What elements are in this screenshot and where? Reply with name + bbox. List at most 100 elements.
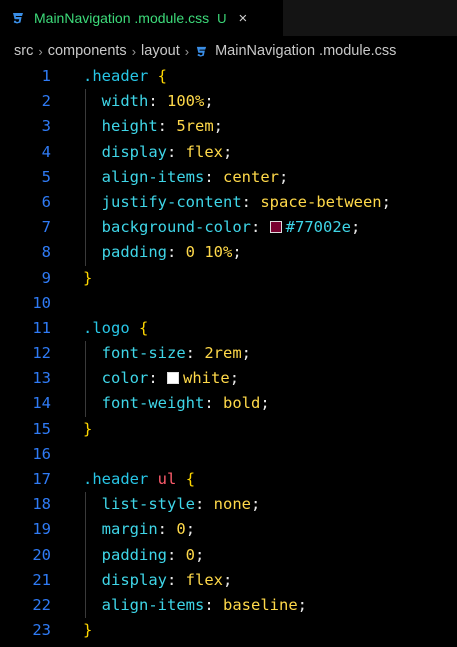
code-line[interactable]: 12 font-size: 2rem; <box>0 341 457 367</box>
css-color-value: #77002e <box>285 218 351 237</box>
css-value: baseline <box>223 595 298 614</box>
css-value: 0 <box>185 545 196 564</box>
tab-main-navigation-css[interactable]: MainNavigation .module.css U × <box>0 0 283 36</box>
css-property: display <box>101 142 167 161</box>
punctuation: ; <box>204 92 214 111</box>
punctuation: : <box>204 394 223 413</box>
line-content: .header { <box>83 64 167 89</box>
css-tag-selector: ul <box>157 470 177 488</box>
code-area[interactable]: 1 .header {2 width: 100%; 3 height: 5rem; 4… <box>0 64 457 643</box>
line-content: .header ul { <box>83 467 195 492</box>
line-number: 15 <box>32 419 51 438</box>
line-content: width: 100%; <box>83 89 214 114</box>
line-number: 23 <box>32 621 51 640</box>
code-line[interactable]: 2 width: 100%; <box>0 89 457 115</box>
punctuation <box>148 470 157 488</box>
line-content: height: 5rem; <box>83 114 223 139</box>
code-line[interactable]: 10 <box>0 291 457 316</box>
line-number: 6 <box>41 192 51 211</box>
punctuation: : <box>157 520 177 539</box>
breadcrumb-item-components[interactable]: components <box>48 43 127 59</box>
code-line[interactable]: 13 color: white; <box>0 366 457 392</box>
color-swatch-icon[interactable] <box>167 372 180 385</box>
css-file-icon <box>10 10 26 26</box>
brace: { <box>139 318 149 337</box>
code-line[interactable]: 7 background-color: #77002e; <box>0 215 457 241</box>
line-content: padding: 0; <box>83 543 205 568</box>
css-selector: .header <box>83 470 149 488</box>
line-content: } <box>83 266 92 291</box>
punctuation: : <box>185 344 205 363</box>
tab-title: MainNavigation .module.css <box>34 10 210 26</box>
tab-untracked-badge: U <box>217 10 227 26</box>
css-property: list-style <box>101 495 195 514</box>
code-line[interactable]: 20 padding: 0; <box>0 542 457 568</box>
line-number: 5 <box>41 167 51 186</box>
punctuation: ; <box>223 570 233 589</box>
css-value: center <box>223 167 279 186</box>
punctuation <box>130 319 139 337</box>
line-content: justify-content: space-between; <box>83 190 391 215</box>
line-number: 1 <box>41 67 51 85</box>
line-number: 7 <box>41 218 51 237</box>
line-number: 4 <box>41 142 51 161</box>
punctuation: : <box>241 192 261 211</box>
line-content: margin: 0; <box>83 517 195 542</box>
punctuation: : <box>250 218 270 237</box>
code-line[interactable]: 16 <box>0 442 457 467</box>
css-value: 5rem <box>176 117 214 136</box>
code-line[interactable]: 18 list-style: none; <box>0 492 457 518</box>
close-icon[interactable]: × <box>238 10 247 27</box>
breadcrumb-item-file[interactable]: MainNavigation .module.css <box>215 43 396 59</box>
breadcrumb-item-src[interactable]: src <box>14 43 33 59</box>
css-property: display <box>101 570 167 589</box>
line-content: background-color: #77002e; <box>83 215 361 240</box>
punctuation: ; <box>223 142 233 161</box>
punctuation: : <box>167 142 186 161</box>
css-value: 0 10% <box>185 243 233 262</box>
breadcrumb-item-layout[interactable]: layout <box>141 43 180 59</box>
code-line[interactable]: 14 font-weight: bold; <box>0 391 457 417</box>
punctuation: ; <box>260 394 270 413</box>
line-content: .logo { <box>83 316 148 341</box>
punctuation: : <box>167 570 186 589</box>
css-property: background-color <box>101 218 251 237</box>
brace: { <box>185 470 196 488</box>
punctuation: : <box>167 243 186 262</box>
line-number: 17 <box>32 470 51 488</box>
css-property: align-items <box>101 167 205 186</box>
code-line[interactable]: 9} <box>0 266 457 291</box>
code-line[interactable]: 5 align-items: center; <box>0 164 457 190</box>
css-property: height <box>101 117 158 136</box>
code-line[interactable]: 23} <box>0 618 457 643</box>
code-editor[interactable]: MainNavigation .module.css U × src › com… <box>0 0 457 647</box>
code-line[interactable]: 21 display: flex; <box>0 567 457 593</box>
punctuation: ; <box>229 369 240 388</box>
punctuation: : <box>148 369 168 388</box>
line-content: display: flex; <box>83 140 233 165</box>
code-line[interactable]: 17 .header ul { <box>0 467 457 492</box>
brace: } <box>83 419 93 438</box>
color-swatch-icon[interactable] <box>269 221 282 234</box>
css-property: padding <box>101 243 167 262</box>
code-line[interactable]: 11 .logo { <box>0 316 457 341</box>
css-file-icon <box>194 44 209 59</box>
line-content: display: flex; <box>83 568 233 593</box>
punctuation: : <box>195 495 214 514</box>
line-number: 12 <box>32 344 51 363</box>
code-line[interactable]: 22 align-items: baseline; <box>0 592 457 619</box>
line-number: 16 <box>32 444 51 463</box>
chevron-right-icon: › <box>184 43 190 59</box>
code-line[interactable]: 15} <box>0 417 457 442</box>
code-line[interactable]: 19 margin: 0; <box>0 517 457 543</box>
line-number: 22 <box>32 595 51 614</box>
code-line[interactable]: 3 height: 5rem; <box>0 114 457 140</box>
code-line[interactable]: 4 display: flex; <box>0 139 457 165</box>
css-value: flex <box>185 570 223 589</box>
punctuation: ; <box>297 595 307 614</box>
code-line[interactable]: 6 justify-content: space-between; <box>0 189 457 216</box>
code-line[interactable]: 8 padding: 0 10%; <box>0 240 457 266</box>
chevron-right-icon: › <box>131 43 137 59</box>
punctuation: ; <box>381 192 391 211</box>
code-line[interactable]: 1 .header { <box>0 64 457 89</box>
